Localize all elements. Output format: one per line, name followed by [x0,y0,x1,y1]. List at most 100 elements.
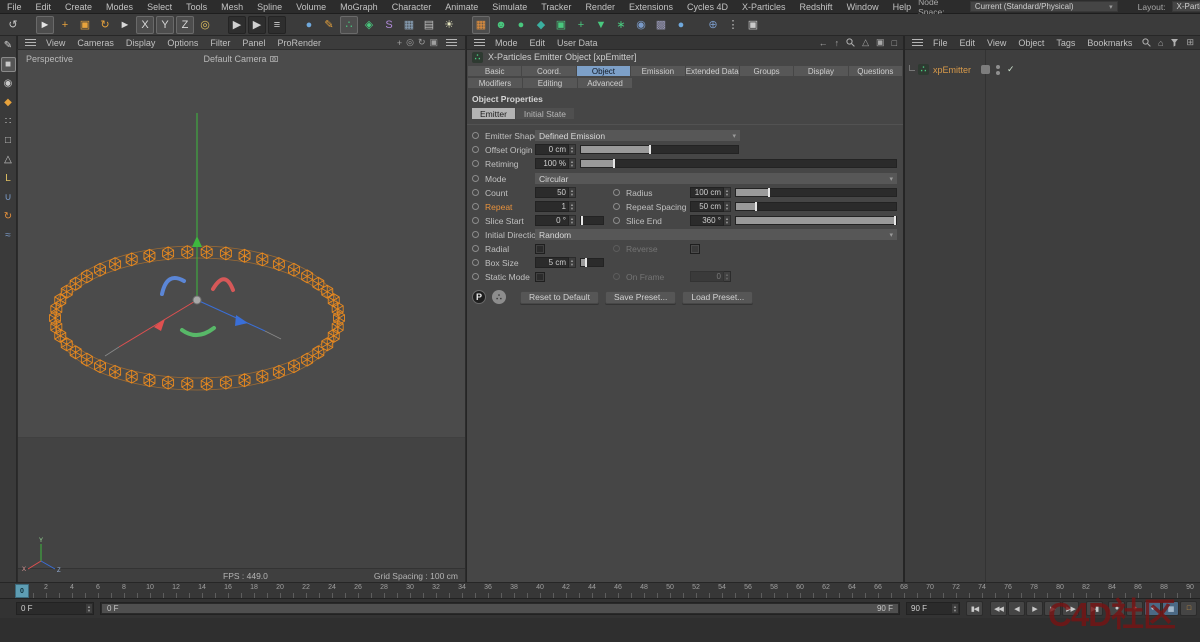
xp-material-icon[interactable]: ▩ [652,16,670,34]
spinner[interactable]: ▲▼ [724,215,731,226]
viewport-menu-filter[interactable]: Filter [204,38,236,48]
menu-mograph[interactable]: MoGraph [333,2,385,12]
menu-file[interactable]: File [0,2,29,12]
om-menu-file[interactable]: File [927,38,954,48]
subtab-initial-state[interactable]: Initial State [516,108,574,119]
am-menu-mode[interactable]: Mode [489,38,524,48]
xp-flow-icon[interactable]: ◆ [532,16,550,34]
spinner[interactable]: ▲▼ [569,158,576,169]
tab-emission[interactable]: Emission [631,66,684,76]
lock-z-icon[interactable]: Z [176,16,194,34]
spinner[interactable]: ▲▼ [952,603,959,614]
reset-to-default-button[interactable]: Reset to Default [520,291,599,304]
repeat-spacing-slider[interactable] [735,202,897,211]
scale-tool-icon[interactable]: ▣ [76,16,94,34]
render-settings-icon[interactable]: ≡ [268,16,286,34]
deformer-icon[interactable]: S [380,16,398,34]
load-preset-button[interactable]: Load Preset... [682,291,753,304]
edges-mode-icon[interactable]: □ [1,133,16,148]
xp-emitter-icon[interactable]: ▦ [472,16,490,34]
anim-dot[interactable] [472,217,479,224]
current-frame-field[interactable]: 0 F ▲▼ [16,602,94,615]
anim-dot[interactable] [472,132,479,139]
menu-create[interactable]: Create [58,2,99,12]
last-tool-icon[interactable]: ► [116,16,134,34]
menu-extensions[interactable]: Extensions [622,2,680,12]
tab-questions[interactable]: Questions [849,66,902,76]
xp-logo-icon[interactable]: P [472,290,486,304]
spinner[interactable]: ▲▼ [569,257,576,268]
menu-cycles-4d[interactable]: Cycles 4D [680,2,735,12]
keyframe-options-button[interactable]: □ [1180,601,1197,616]
texture-mode-icon[interactable]: ◉ [1,76,16,91]
spline-pen-icon[interactable]: ✎ [320,16,338,34]
menu-volume[interactable]: Volume [289,2,333,12]
snap-list-icon[interactable]: ⋮ [724,16,742,34]
count-field[interactable]: 50 [535,187,569,198]
search-icon[interactable] [846,38,855,47]
box-size-slider[interactable] [580,258,604,267]
polygons-mode-icon[interactable]: △ [1,152,16,167]
prev-frame-button[interactable]: ◀ [1008,601,1025,616]
search-icon[interactable] [1142,38,1151,47]
slice-start-slider[interactable] [580,216,604,225]
anim-dot[interactable] [613,217,620,224]
xp-group-icon[interactable]: ☻ [492,16,510,34]
live-selection-icon[interactable]: ► [36,16,54,34]
prev-key-button[interactable]: ◀◀ [990,601,1007,616]
anim-dot[interactable] [472,245,479,252]
anim-dot[interactable] [613,203,620,210]
menu-redshift[interactable]: Redshift [793,2,840,12]
render-picture-viewer-icon[interactable]: ▶ [248,16,266,34]
menu-character[interactable]: Character [385,2,439,12]
menu-tools[interactable]: Tools [179,2,214,12]
repeat-field[interactable]: 1 [535,201,569,212]
viewport-menu-prorender[interactable]: ProRender [271,38,327,48]
home-icon[interactable]: ⌂ [1158,38,1163,48]
normal-move-icon[interactable]: ↻ [1,209,16,224]
slice-start-field[interactable]: 0 ° [535,215,569,226]
end-frame-field[interactable]: 90 F ▲▼ [906,602,960,615]
menu-edit[interactable]: Edit [29,2,59,12]
toggle-view-icon[interactable]: ▣ [429,37,438,48]
viewport-menu-cameras[interactable]: Cameras [71,38,120,48]
spinner[interactable]: ▲▼ [569,215,576,226]
play-button[interactable]: ▶ [1026,601,1043,616]
xp-question-icon[interactable]: ∗ [612,16,630,34]
anim-dot[interactable] [472,175,479,182]
menu-modes[interactable]: Modes [99,2,140,12]
workplane-icon[interactable]: ▣ [744,16,762,34]
workplane-mode-icon[interactable]: ◆ [1,95,16,110]
lock-x-icon[interactable]: X [136,16,154,34]
model-mode-icon[interactable]: ■ [1,57,16,72]
anim-dot[interactable] [472,231,479,238]
menu-x-particles[interactable]: X-Particles [735,2,793,12]
viewport-panel-menu-icon[interactable] [446,39,457,46]
object-name[interactable]: xpEmitter [933,65,971,75]
axis-gizmo[interactable] [105,113,281,356]
xp-cache-icon[interactable]: ◉ [632,16,650,34]
static-mode-checkbox[interactable] [535,272,545,282]
viewport-scene[interactable]: Y X Z [18,50,465,582]
menu-help[interactable]: Help [886,2,919,12]
enabled-check-icon[interactable]: ✓ [1007,64,1015,75]
spinner[interactable]: ▲▼ [86,603,93,614]
spinner[interactable]: ▲▼ [724,187,731,198]
mode-dropdown[interactable]: Circular ▾ [535,173,897,184]
primitive-sphere-icon[interactable]: ● [300,16,318,34]
menu-tracker[interactable]: Tracker [534,2,578,12]
layout-dropdown[interactable]: X-Particles ▾ [1172,1,1200,12]
add-panel-icon[interactable]: ⊞ [1186,37,1194,48]
tab-coord-[interactable]: Coord. [522,66,575,76]
layer-icon[interactable] [981,65,990,74]
snap-target-icon[interactable]: ⊕ [704,16,722,34]
radius-slider[interactable] [735,188,897,197]
filter-funnel-icon[interactable] [1170,38,1179,47]
xp-modifier-icon[interactable]: + [572,16,590,34]
om-menu-edit[interactable]: Edit [954,38,982,48]
lock-y-icon[interactable]: Y [156,16,174,34]
menu-animate[interactable]: Animate [438,2,485,12]
render-view-icon[interactable]: ▶ [228,16,246,34]
frame-range-inner[interactable]: 0 F 90 F [102,604,898,613]
anim-dot[interactable] [613,189,620,196]
